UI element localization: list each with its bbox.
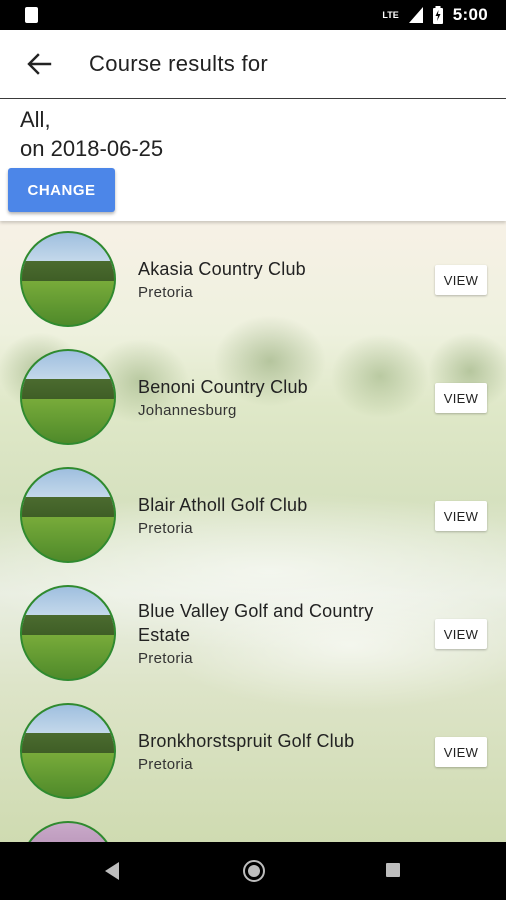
course-list[interactable]: Akasia Country Club Pretoria VIEW Benoni… — [0, 221, 506, 842]
course-city: Pretoria — [138, 520, 193, 537]
change-button[interactable]: CHANGE — [8, 168, 115, 212]
signal-icon — [408, 7, 423, 23]
course-name: Benoni Country Club — [138, 377, 308, 397]
course-thumbnail — [20, 349, 116, 445]
list-item[interactable]: Akasia Country Club Pretoria VIEW — [0, 221, 506, 339]
view-button[interactable]: VIEW — [435, 383, 487, 413]
list-item[interactable] — [0, 811, 506, 842]
filter-date: on 2018-06-25 — [20, 136, 164, 161]
course-thumbnail — [20, 467, 116, 563]
navigation-bar — [0, 842, 506, 900]
sim-card-icon — [25, 7, 38, 23]
list-item[interactable]: Bronkhorstspruit Golf Club Pretoria VIEW — [0, 693, 506, 811]
view-button[interactable]: VIEW — [435, 501, 487, 531]
status-bar: LTE 5:00 — [0, 0, 506, 30]
nav-recents-icon[interactable] — [386, 863, 400, 877]
view-button[interactable]: VIEW — [435, 619, 487, 649]
nav-back-icon[interactable] — [105, 862, 119, 880]
course-name: Blair Atholl Golf Club — [138, 495, 308, 515]
course-thumbnail — [20, 821, 116, 842]
network-type: LTE — [382, 9, 399, 20]
course-name: Bronkhorstspruit Golf Club — [138, 731, 355, 751]
course-thumbnail — [20, 231, 116, 327]
app-bar: Course results for — [0, 30, 506, 99]
search-summary: All, on 2018-06-25 CHANGE — [0, 99, 506, 221]
filter-region: All, — [20, 107, 51, 132]
list-item[interactable]: Blair Atholl Golf Club Pretoria VIEW — [0, 457, 506, 575]
course-thumbnail — [20, 703, 116, 799]
view-button[interactable]: VIEW — [435, 265, 487, 295]
course-city: Pretoria — [138, 284, 193, 301]
back-arrow-icon[interactable] — [26, 52, 52, 76]
list-item[interactable]: Blue Valley Golf and Country Estate Pret… — [0, 575, 506, 693]
page-title: Course results for — [89, 51, 269, 76]
status-icons: LTE 5:00 — [382, 5, 488, 25]
course-city: Johannesburg — [138, 402, 237, 419]
list-item[interactable]: Benoni Country Club Johannesburg VIEW — [0, 339, 506, 457]
course-name: Akasia Country Club — [138, 259, 306, 279]
view-button[interactable]: VIEW — [435, 737, 487, 767]
course-name: Blue Valley Golf and Country Estate — [138, 601, 374, 645]
nav-home-icon[interactable] — [243, 860, 265, 882]
battery-icon — [432, 6, 443, 24]
course-city: Pretoria — [138, 650, 193, 667]
course-city: Pretoria — [138, 756, 193, 773]
course-thumbnail — [20, 585, 116, 681]
clock: 5:00 — [452, 5, 488, 24]
